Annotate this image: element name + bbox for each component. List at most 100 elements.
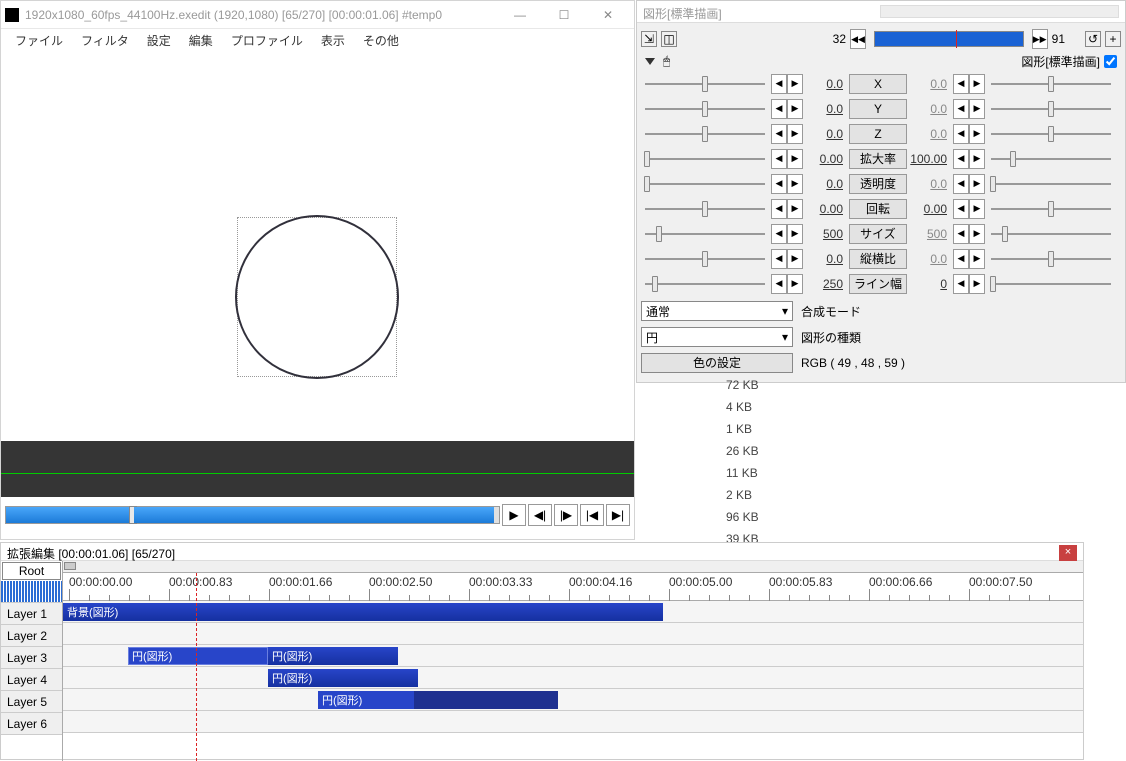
inc-left-button[interactable]: ▶ — [787, 99, 803, 119]
inc-right-button[interactable]: ▶ — [969, 124, 985, 144]
add-icon[interactable]: + — [1105, 31, 1121, 47]
layer-label[interactable]: Layer 3 — [1, 647, 62, 669]
param-name-button[interactable]: 縦横比 — [849, 249, 907, 269]
timeline-close-button[interactable]: × — [1059, 545, 1077, 561]
param-name-button[interactable]: Y — [849, 99, 907, 119]
inc-left-button[interactable]: ▶ — [787, 199, 803, 219]
dec-left-button[interactable]: ◀ — [771, 149, 787, 169]
value-left[interactable]: 0.00 — [805, 152, 847, 166]
param-name-button[interactable]: 回転 — [849, 199, 907, 219]
slider-right[interactable] — [987, 258, 1115, 260]
value-left[interactable]: 250 — [805, 277, 847, 291]
section-enable-checkbox[interactable] — [1104, 55, 1117, 68]
slider-left[interactable] — [641, 283, 769, 285]
inc-right-button[interactable]: ▶ — [969, 199, 985, 219]
root-button[interactable]: Root — [2, 562, 61, 580]
play-button[interactable]: ▶ — [502, 504, 526, 526]
menu-other[interactable]: その他 — [355, 30, 407, 51]
range-bar[interactable] — [874, 31, 1024, 47]
dec-left-button[interactable]: ◀ — [771, 99, 787, 119]
value-right[interactable]: 0.0 — [909, 252, 951, 266]
slider-left[interactable] — [641, 208, 769, 210]
slider-right[interactable] — [987, 183, 1115, 185]
dec-right-button[interactable]: ◀ — [953, 124, 969, 144]
close-button[interactable]: ✕ — [586, 1, 630, 29]
menu-filter[interactable]: フィルタ — [73, 30, 137, 51]
slider-right[interactable] — [987, 108, 1115, 110]
slider-left[interactable] — [641, 158, 769, 160]
dec-left-button[interactable]: ◀ — [771, 74, 787, 94]
dec-left-button[interactable]: ◀ — [771, 124, 787, 144]
slider-left[interactable] — [641, 83, 769, 85]
inc-right-button[interactable]: ▶ — [969, 174, 985, 194]
minimize-button[interactable]: — — [498, 1, 542, 29]
clip-circle-5[interactable]: 円(図形) — [318, 691, 558, 709]
track-row-6[interactable] — [63, 711, 1083, 733]
clip-circle-3a[interactable]: 円(図形) — [128, 647, 268, 665]
dec-left-button[interactable]: ◀ — [771, 249, 787, 269]
slider-left[interactable] — [641, 108, 769, 110]
layer-label[interactable]: Layer 5 — [1, 691, 62, 713]
inc-right-button[interactable]: ▶ — [969, 274, 985, 294]
param-name-button[interactable]: X — [849, 74, 907, 94]
time-ruler[interactable]: 00:00:00.0000:00:00.8300:00:01.6600:00:0… — [63, 573, 1083, 601]
track-row-2[interactable] — [63, 623, 1083, 645]
dec-right-button[interactable]: ◀ — [953, 74, 969, 94]
value-left[interactable]: 0.0 — [805, 177, 847, 191]
goto-start-button[interactable]: |◀ — [580, 504, 604, 526]
camera-icon[interactable]: ◫ — [661, 31, 677, 47]
dec-right-button[interactable]: ◀ — [953, 199, 969, 219]
dec-left-button[interactable]: ◀ — [771, 274, 787, 294]
value-left[interactable]: 0.00 — [805, 202, 847, 216]
menu-profile[interactable]: プロファイル — [223, 30, 311, 51]
inc-left-button[interactable]: ▶ — [787, 149, 803, 169]
inc-left-button[interactable]: ▶ — [787, 174, 803, 194]
clip-circle-4[interactable]: 円(図形) — [268, 669, 418, 687]
inc-left-button[interactable]: ▶ — [787, 74, 803, 94]
dec-left-button[interactable]: ◀ — [771, 224, 787, 244]
track-row-5[interactable]: 円(図形) — [63, 689, 1083, 711]
inc-right-button[interactable]: ▶ — [969, 249, 985, 269]
slider-left[interactable] — [641, 258, 769, 260]
slider-right[interactable] — [987, 133, 1115, 135]
layer-label[interactable]: Layer 4 — [1, 669, 62, 691]
dec-right-button[interactable]: ◀ — [953, 274, 969, 294]
value-right[interactable]: 0.0 — [909, 127, 951, 141]
dec-right-button[interactable]: ◀ — [953, 224, 969, 244]
reset-icon[interactable]: ↺ — [1085, 31, 1101, 47]
inc-right-button[interactable]: ▶ — [969, 74, 985, 94]
layer-label[interactable]: Layer 1 — [1, 603, 62, 625]
value-left[interactable]: 0.0 — [805, 77, 847, 91]
inc-right-button[interactable]: ▶ — [969, 99, 985, 119]
color-settings-button[interactable]: 色の設定 — [641, 353, 793, 373]
layer-label[interactable]: Layer 6 — [1, 713, 62, 735]
slider-left[interactable] — [641, 183, 769, 185]
param-name-button[interactable]: サイズ — [849, 224, 907, 244]
maximize-button[interactable]: ☐ — [542, 1, 586, 29]
menu-edit[interactable]: 編集 — [181, 30, 221, 51]
clip-circle-3b[interactable]: 円(図形) — [268, 647, 398, 665]
inc-left-button[interactable]: ▶ — [787, 224, 803, 244]
range-next-button[interactable]: ▶▶ — [1032, 29, 1048, 49]
value-right[interactable]: 0.00 — [909, 202, 951, 216]
progress-track[interactable] — [5, 506, 500, 524]
track-row-4[interactable]: 円(図形) — [63, 667, 1083, 689]
dec-right-button[interactable]: ◀ — [953, 99, 969, 119]
blend-mode-dropdown[interactable]: 通常 — [641, 301, 793, 321]
dec-right-button[interactable]: ◀ — [953, 149, 969, 169]
param-name-button[interactable]: 透明度 — [849, 174, 907, 194]
slider-left[interactable] — [641, 133, 769, 135]
slider-right[interactable] — [987, 233, 1115, 235]
value-left[interactable]: 500 — [805, 227, 847, 241]
value-right[interactable]: 0 — [909, 277, 951, 291]
scroll-thumb[interactable] — [64, 562, 76, 570]
track-row-3[interactable]: 円(図形) 円(図形) — [63, 645, 1083, 667]
param-name-button[interactable]: 拡大率 — [849, 149, 907, 169]
goto-end-button[interactable]: ▶| — [606, 504, 630, 526]
dec-right-button[interactable]: ◀ — [953, 249, 969, 269]
value-right[interactable]: 0.0 — [909, 102, 951, 116]
menu-settings[interactable]: 設定 — [139, 30, 179, 51]
menu-file[interactable]: ファイル — [7, 30, 71, 51]
value-left[interactable]: 0.0 — [805, 102, 847, 116]
param-name-button[interactable]: Z — [849, 124, 907, 144]
